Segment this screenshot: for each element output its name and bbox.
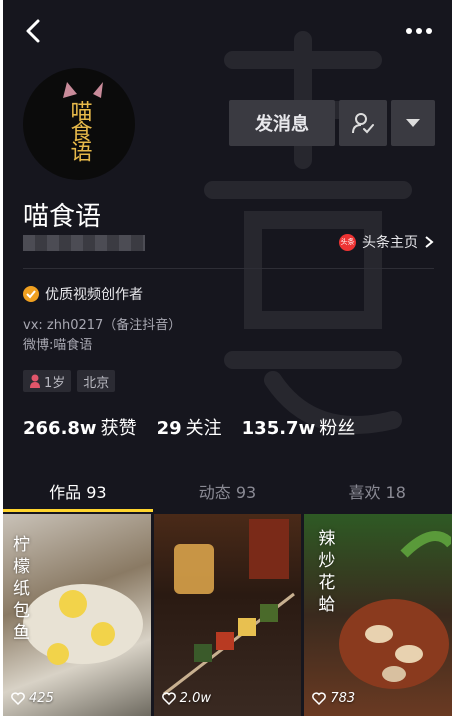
send-message-button[interactable]: 发消息 — [229, 100, 335, 146]
kebab-dish-image — [162, 519, 295, 696]
heart-icon — [312, 692, 327, 705]
like-count-value: 425 — [29, 691, 54, 706]
more-options-dropdown[interactable] — [391, 100, 435, 146]
content-tabs: 作品 93 动态 93 喜欢 18 — [3, 470, 452, 512]
top-bar — [3, 0, 452, 60]
chevron-right-icon — [425, 236, 434, 248]
chevron-left-icon[interactable] — [21, 18, 47, 44]
ellipsis-icon[interactable] — [402, 18, 436, 44]
triangle-down-icon — [406, 119, 420, 127]
bio-line: vx: zhh0217（备注抖音） — [23, 318, 182, 333]
like-count-value: 2.0w — [179, 691, 211, 706]
tab-posts[interactable]: 动态 93 — [153, 470, 303, 512]
blurred-user-id — [23, 235, 145, 251]
tab-likes[interactable]: 喜欢 18 — [302, 470, 452, 512]
like-count: 425 — [11, 691, 54, 706]
divider — [23, 268, 434, 269]
video-thumbnail[interactable]: 柠檬纸包鱼 425 — [3, 514, 151, 716]
toutiao-homepage-link[interactable]: 头条 头条主页 — [339, 232, 434, 252]
followers-stat[interactable]: 135.7w 粉丝 — [242, 414, 356, 440]
cat-logo-icon: 喵食语 — [63, 82, 103, 162]
video-thumbnail[interactable]: 辣炒花蛤 783 — [304, 514, 452, 716]
profile-tags: 1岁 北京 — [23, 370, 116, 392]
video-caption: 辣炒花蛤 — [318, 529, 336, 615]
video-grid: 柠檬纸包鱼 425 2.0w 辣炒花蛤 783 — [3, 514, 452, 716]
verified-label: 优质视频创作者 — [45, 287, 143, 303]
like-count-value: 783 — [330, 691, 356, 706]
user-check-icon — [352, 113, 374, 134]
heart-icon — [11, 692, 25, 705]
video-thumbnail[interactable]: 2.0w — [153, 514, 302, 716]
avatar[interactable]: 喵食语 — [23, 68, 135, 180]
age-label: 1岁 — [44, 375, 66, 391]
video-caption: 柠檬纸包鱼 — [13, 535, 30, 643]
female-icon — [30, 374, 40, 388]
bio-line: 微博:喵食语 — [23, 338, 93, 353]
likes-stat[interactable]: 266.8w 获赞 — [23, 414, 137, 440]
background-calligraphy-watermark — [204, 31, 412, 434]
profile-name: 喵食语 — [23, 202, 102, 232]
follow-button[interactable] — [339, 100, 387, 146]
toutiao-logo-icon: 头条 — [339, 233, 356, 251]
following-stat[interactable]: 29 关注 — [157, 414, 222, 440]
stats-row: 266.8w 获赞 29 关注 135.7w 粉丝 — [23, 414, 355, 440]
like-count: 2.0w — [161, 691, 211, 706]
like-count: 783 — [312, 691, 355, 706]
location-tag: 北京 — [77, 370, 116, 392]
toutiao-label: 头条主页 — [362, 235, 418, 251]
tab-works[interactable]: 作品 93 — [3, 470, 153, 512]
heart-icon — [161, 692, 176, 705]
verified-check-icon — [23, 286, 39, 302]
age-tag: 1岁 — [23, 370, 72, 392]
profile-screen: 喵食语 发消息 喵食语 头条 头条主页 优质视频创作者 vx: zhh0217（… — [3, 0, 452, 716]
bio: vx: zhh0217（备注抖音） 微博:喵食语 — [23, 316, 181, 356]
verified-creator: 优质视频创作者 — [23, 284, 143, 304]
avatar-logo-text: 喵食语 — [67, 100, 93, 162]
